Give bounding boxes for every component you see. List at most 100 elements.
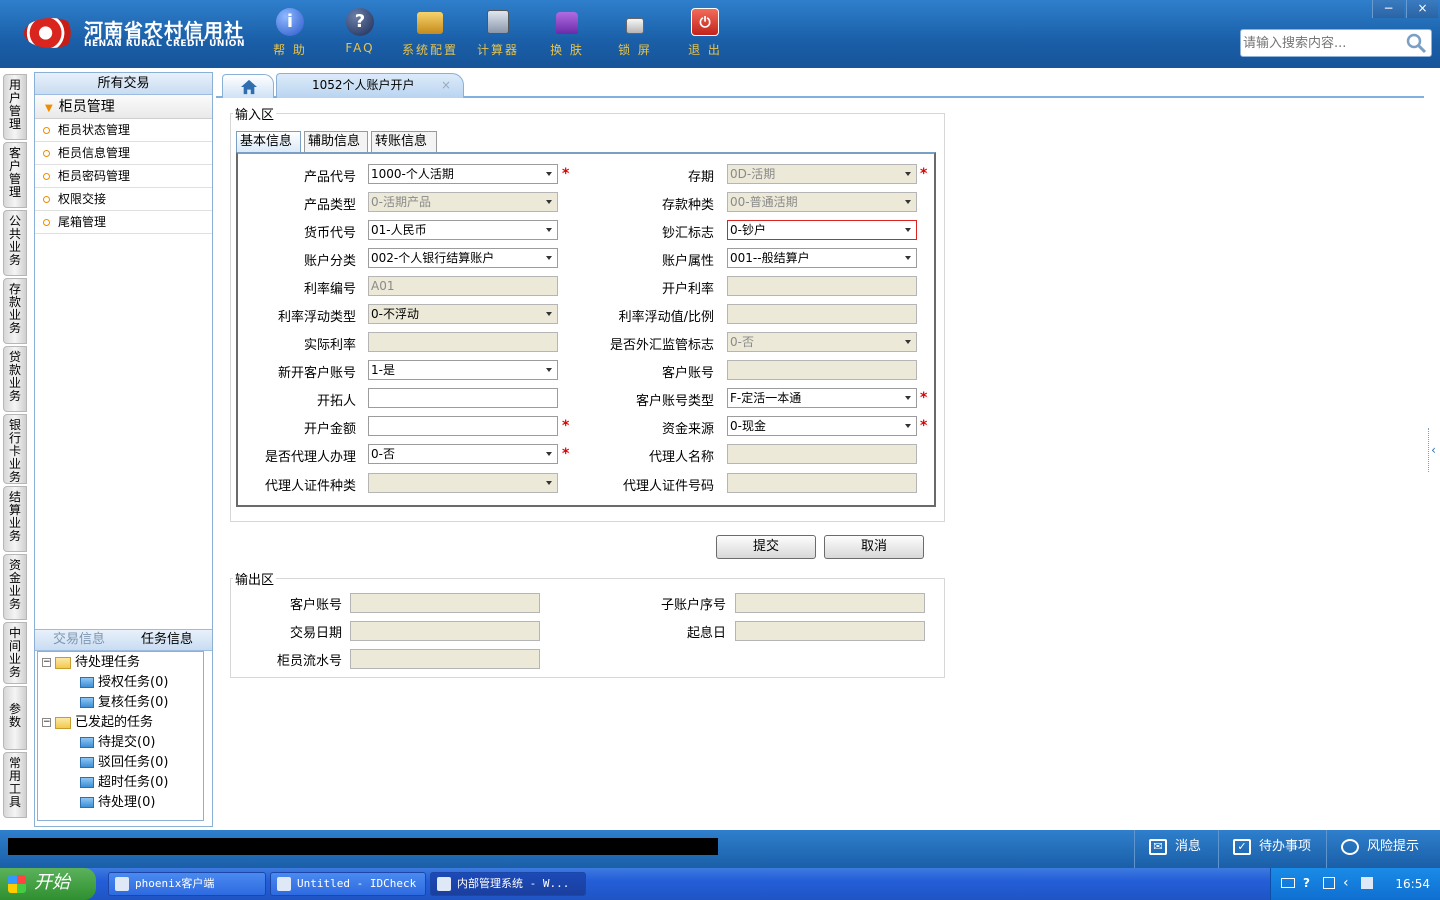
tree-leaf-to-process[interactable]: 待处理(0) xyxy=(80,794,155,812)
taskbar-item-internal-system[interactable]: 内部管理系统 - W... xyxy=(430,872,586,896)
volume-icon[interactable] xyxy=(1361,877,1373,889)
search-icon[interactable] xyxy=(1405,32,1427,54)
collapse-icon[interactable]: − xyxy=(42,718,51,727)
select-by-agent[interactable]: 0-否 xyxy=(368,444,558,464)
select-product-code[interactable]: 1000-个人活期 xyxy=(368,164,558,184)
select-deposit-term[interactable]: 0D-活期 xyxy=(727,164,917,184)
select-new-customer-account[interactable]: 1-是 xyxy=(368,360,558,380)
select-account-attribute[interactable]: 001--般结算户 xyxy=(727,248,917,268)
taskbar-item-phoenix[interactable]: phoenix客户端 xyxy=(108,872,266,896)
tree-leaf-authorize[interactable]: 授权任务(0) xyxy=(80,674,168,692)
vtab-deposit-business[interactable]: 存款业务 xyxy=(3,278,27,344)
vtab-parameters[interactable]: 参数 xyxy=(3,686,27,750)
select-account-category[interactable]: 002-个人银行结算账户 xyxy=(368,248,558,268)
select-rate-float-type[interactable]: 0-不浮动 xyxy=(368,304,558,324)
help-button[interactable]: i 帮 助 xyxy=(260,8,320,60)
close-tab-icon[interactable]: × xyxy=(441,74,451,96)
vtab-user-management[interactable]: 用户管理 xyxy=(3,74,27,140)
os-taskbar: 开始 phoenix客户端 Untitled - IDCheck 内部管理系统 … xyxy=(0,868,1440,900)
tree-leaf-to-submit[interactable]: 待提交(0) xyxy=(80,734,155,752)
tab-task-info[interactable]: 任务信息 xyxy=(123,630,211,650)
faq-button[interactable]: ? FAQ xyxy=(330,8,390,60)
help-tray-icon[interactable]: ? xyxy=(1303,876,1310,890)
risk-alert-button[interactable]: 风险提示 xyxy=(1326,830,1440,868)
input-opening-rate[interactable] xyxy=(727,276,917,296)
tree-node-pending[interactable]: − 待处理任务 xyxy=(42,654,140,672)
skin-button[interactable]: 换 肤 xyxy=(537,8,597,60)
output-customer-account[interactable] xyxy=(350,593,540,613)
vtab-settlement-business[interactable]: 结算业务 xyxy=(3,486,27,552)
output-value-date[interactable] xyxy=(735,621,925,641)
network-icon[interactable] xyxy=(1323,877,1335,889)
subtab-transfer-info[interactable]: 转账信息 xyxy=(371,131,437,152)
output-teller-serial[interactable] xyxy=(350,649,540,669)
select-currency-code[interactable]: 01-人民币 xyxy=(368,220,558,240)
select-product-type[interactable]: 0-活期产品 xyxy=(368,192,558,212)
input-opening-amount[interactable] xyxy=(368,416,558,436)
select-forex-supervision[interactable]: 0-否 xyxy=(727,332,917,352)
tab-transaction-info[interactable]: 交易信息 xyxy=(35,630,123,650)
tab-personal-account-opening[interactable]: 1052个人账户开户 × xyxy=(276,73,464,98)
vtab-loan-business[interactable]: 贷款业务 xyxy=(3,346,27,412)
input-actual-rate[interactable] xyxy=(368,332,558,352)
tree-leaf-rejected[interactable]: 驳回任务(0) xyxy=(80,754,168,772)
nav-item-teller-info[interactable]: 柜员信息管理 xyxy=(35,142,212,165)
system-config-button[interactable]: 系统配置 xyxy=(400,8,460,60)
clock[interactable]: 16:54 xyxy=(1395,868,1430,900)
exit-button[interactable]: ⏻ 退 出 xyxy=(675,8,735,60)
subtab-auxiliary-info[interactable]: 辅助信息 xyxy=(304,131,368,152)
minimize-button[interactable]: − xyxy=(1372,0,1404,18)
nav-item-cash-box[interactable]: 尾箱管理 xyxy=(35,211,212,234)
close-window-button[interactable]: × xyxy=(1406,0,1438,18)
vtab-public-business[interactable]: 公共业务 xyxy=(3,210,27,276)
input-rate-float-value[interactable] xyxy=(727,304,917,324)
tree-leaf-label: 待提交(0) xyxy=(98,735,156,750)
input-developer[interactable] xyxy=(368,388,558,408)
keyboard-icon[interactable] xyxy=(1281,878,1295,888)
nav-item-teller-password[interactable]: 柜员密码管理 xyxy=(35,165,212,188)
select-fund-source[interactable]: 0-现金 xyxy=(727,416,917,436)
basic-info-form: 产品代号 1000-个人活期 * 产品类型 0-活期产品 货币代号 01-人民币… xyxy=(236,152,936,507)
select-deposit-kind[interactable]: 00-普通活期 xyxy=(727,192,917,212)
cancel-button[interactable]: 取消 xyxy=(824,535,924,559)
tree-leaf-review[interactable]: 复核任务(0) xyxy=(80,694,168,712)
nav-item-permission-handover[interactable]: 权限交接 xyxy=(35,188,212,211)
subtab-basic-info[interactable]: 基本信息 xyxy=(236,131,301,152)
vtab-card-business[interactable]: 银行卡业务 xyxy=(3,414,27,484)
tree-leaf-timeout[interactable]: 超时任务(0) xyxy=(80,774,168,792)
home-tab[interactable] xyxy=(222,74,274,98)
start-button[interactable]: 开始 xyxy=(0,868,96,900)
input-agent-id-number[interactable] xyxy=(727,473,917,493)
input-rate-code[interactable]: A01 xyxy=(368,276,558,296)
todo-button[interactable]: ✓ 待办事项 xyxy=(1218,830,1324,868)
tree-node-initiated[interactable]: − 已发起的任务 xyxy=(42,714,153,732)
input-customer-account[interactable] xyxy=(727,360,917,380)
chevron-left-icon[interactable]: ‹ xyxy=(1343,875,1349,891)
select-customer-account-type[interactable]: F-定活一本通 xyxy=(727,388,917,408)
search-input[interactable] xyxy=(1243,33,1403,53)
required-mark: * xyxy=(920,166,928,182)
messages-button[interactable]: ✉ 消息 xyxy=(1134,830,1214,868)
lock-screen-button[interactable]: 锁 屏 xyxy=(605,8,665,60)
bullet-icon xyxy=(43,196,50,203)
output-transaction-date[interactable] xyxy=(350,621,540,641)
nav-header[interactable]: 所有交易 xyxy=(35,73,212,95)
calculator-button[interactable]: 计算器 xyxy=(468,8,528,60)
input-agent-name[interactable] xyxy=(727,444,917,464)
output-sub-account-seq[interactable] xyxy=(735,593,925,613)
nav-group-teller-management[interactable]: ▼ 柜员管理 xyxy=(35,95,212,119)
vtab-fund-business[interactable]: 资金业务 xyxy=(3,554,27,620)
taskbar-item-idcheck[interactable]: Untitled - IDCheck xyxy=(270,872,426,896)
label-new-customer-account: 新开客户账号 xyxy=(277,366,356,381)
collapse-right-handle[interactable]: ‹ xyxy=(1428,428,1438,472)
select-agent-id-type[interactable] xyxy=(368,473,558,493)
nav-item-teller-status[interactable]: 柜员状态管理 xyxy=(35,119,212,142)
collapse-icon[interactable]: − xyxy=(42,658,51,667)
submit-button[interactable]: 提交 xyxy=(716,535,816,559)
envelope-icon: ✉ xyxy=(1149,838,1167,855)
vtab-intermediate-business[interactable]: 中间业务 xyxy=(3,622,27,684)
vtab-customer-management[interactable]: 客户管理 xyxy=(3,142,27,208)
select-cash-remit-flag[interactable]: 0-钞户 xyxy=(727,220,917,240)
vtab-common-tools[interactable]: 常用工具 xyxy=(3,752,27,818)
nav-group-label: 柜员管理 xyxy=(58,99,115,115)
